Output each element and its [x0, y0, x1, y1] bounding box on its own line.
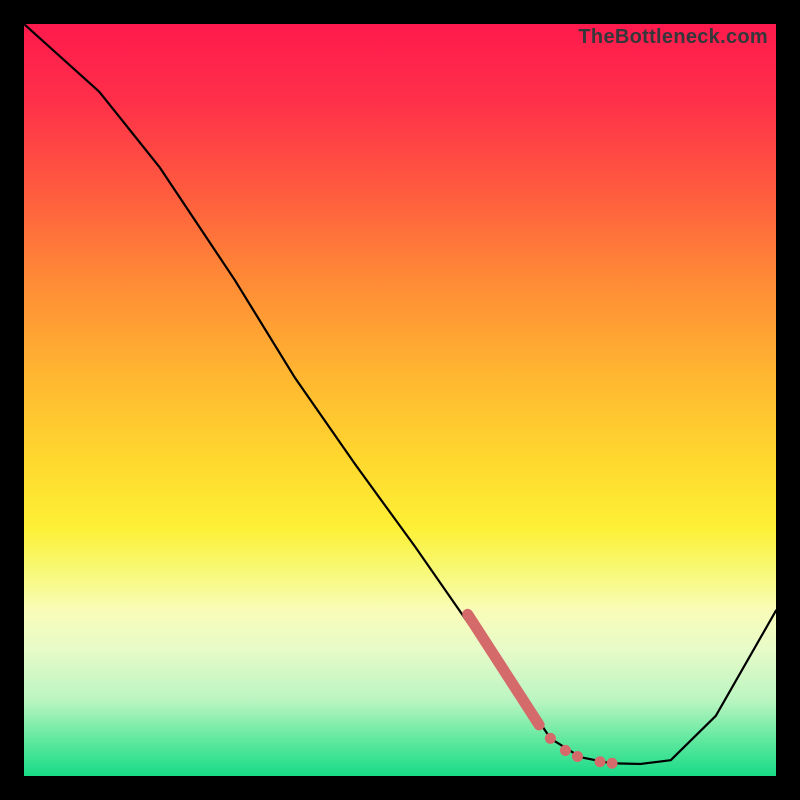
emphasis-segment [468, 614, 539, 725]
chart-panel: TheBottleneck.com [24, 24, 776, 776]
emphasis-dot [545, 733, 556, 744]
emphasis-dot [595, 756, 606, 767]
bottleneck-curve [24, 24, 776, 764]
emphasis-dot [572, 751, 583, 762]
chart-root: TheBottleneck.com [0, 0, 800, 800]
chart-overlay [24, 24, 776, 776]
emphasis-dot [560, 745, 571, 756]
emphasis-dots [545, 733, 618, 769]
emphasis-dot [607, 758, 618, 769]
